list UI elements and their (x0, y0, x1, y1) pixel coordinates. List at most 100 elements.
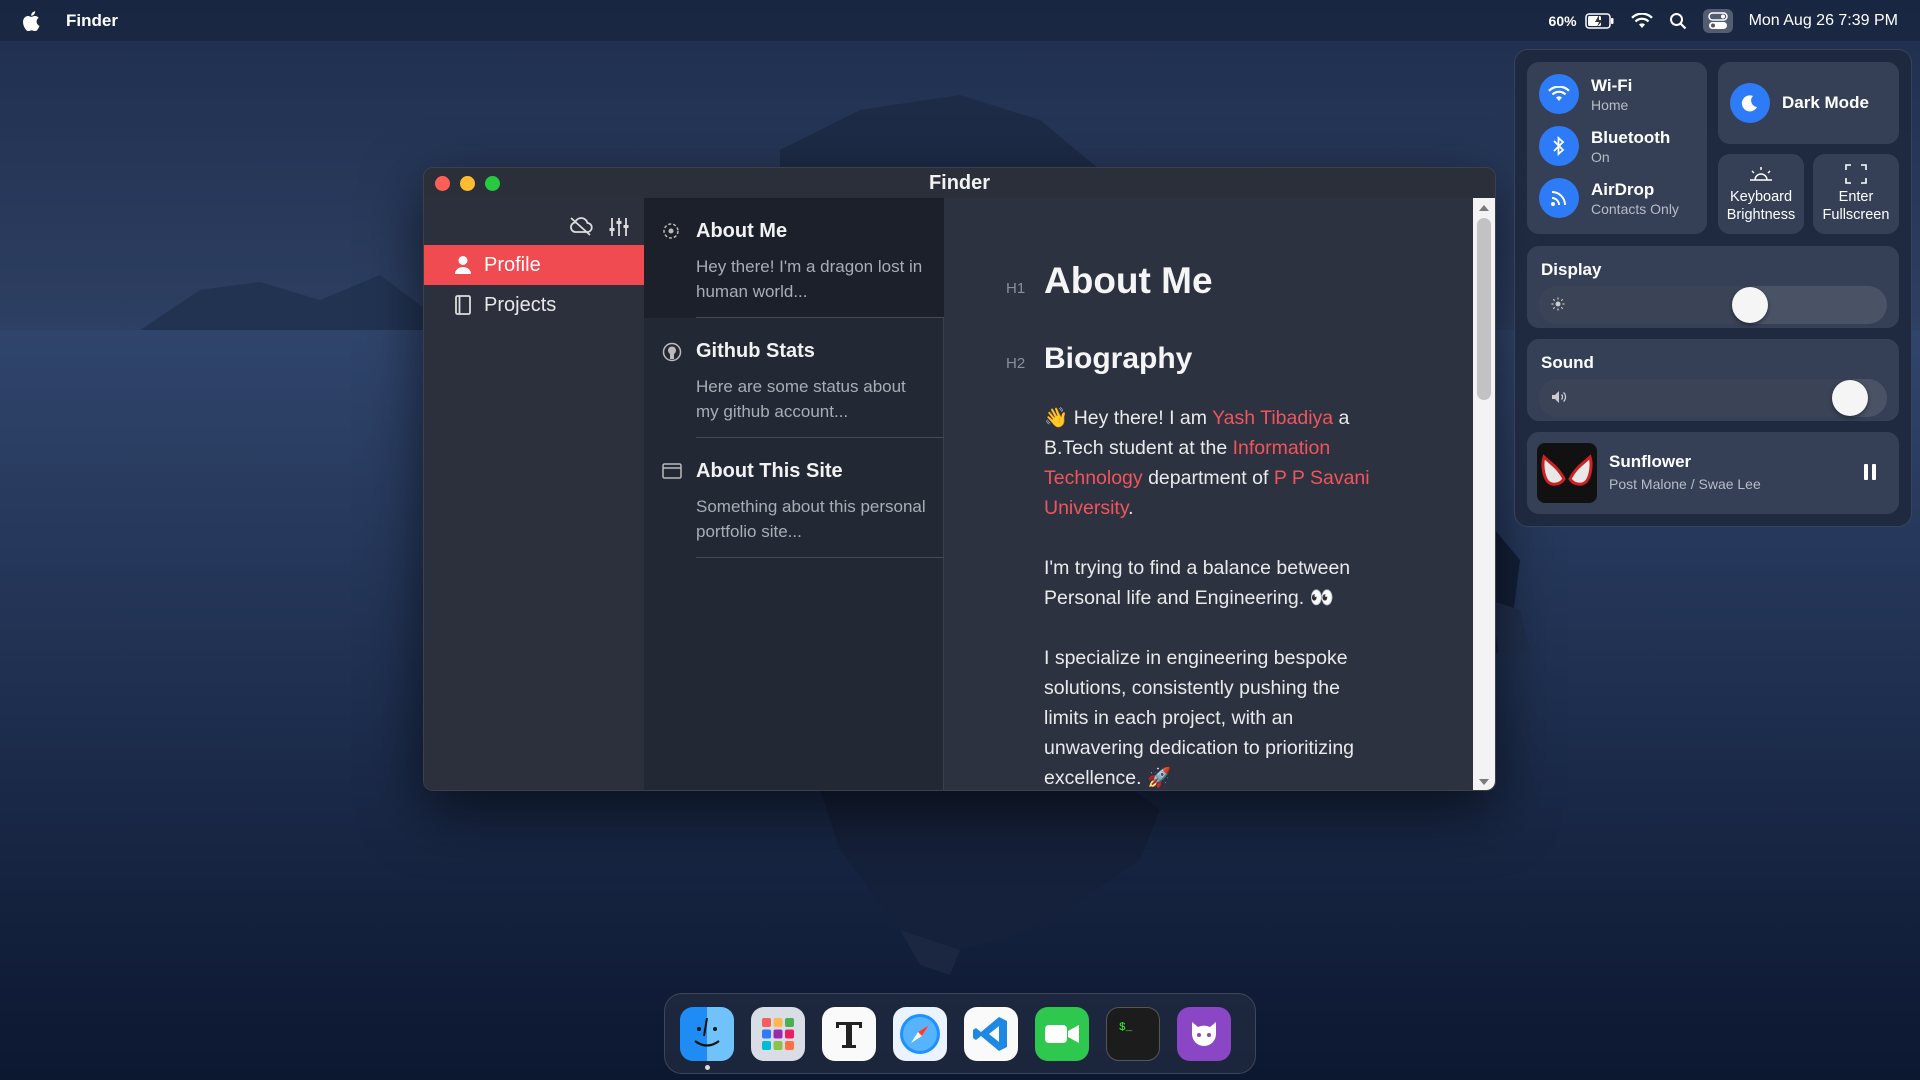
person-icon (454, 255, 472, 275)
list-item[interactable]: About This Site Something about this per… (644, 438, 944, 558)
airdrop-toggle[interactable]: AirDrop Contacts Only (1539, 178, 1679, 218)
github-desktop-icon[interactable] (1177, 1007, 1231, 1061)
track-title: Sunflower (1609, 452, 1692, 471)
section-heading: Biography (1044, 342, 1193, 375)
content-scrollbar[interactable] (1473, 198, 1495, 790)
now-playing-tile: Sunflower Post Malone / Swae Lee (1527, 432, 1899, 514)
menu-bar: Finder 60% Mon Aug 26 7:39 PM (0, 0, 1920, 41)
sound-label: Sound (1541, 353, 1594, 372)
brightness-label: Brightness (1726, 207, 1796, 223)
scroll-down-arrow[interactable] (1479, 779, 1489, 785)
list-item[interactable]: Github Stats Here are some status about … (644, 318, 944, 438)
sidebar-item-projects[interactable]: Projects (424, 285, 644, 325)
sun-icon (1551, 297, 1565, 311)
sound-slider[interactable] (1539, 379, 1887, 417)
list-item-description: Hey there! I'm a dragon lost in human wo… (696, 257, 923, 301)
list-item-title: About This Site (696, 460, 843, 482)
album-art[interactable] (1537, 443, 1597, 503)
page-title: About Me (1044, 260, 1213, 301)
list-item[interactable]: About Me Hey there! I'm a dragon lost in… (644, 198, 944, 318)
maximize-button[interactable] (485, 176, 500, 191)
close-button[interactable] (435, 176, 450, 191)
battery-icon[interactable] (1584, 12, 1615, 29)
scroll-thumb[interactable] (1477, 218, 1491, 400)
pause-icon[interactable] (1863, 463, 1877, 481)
bio-text: department of (1142, 467, 1274, 489)
para-text: I specialize in engineering bespoke solu… (1044, 647, 1355, 789)
wifi-label: Wi-Fi (1591, 75, 1633, 95)
minimize-button[interactable] (460, 176, 475, 191)
github-icon (662, 342, 682, 362)
eyes-emoji: 👀 (1309, 587, 1334, 609)
typora-icon[interactable] (822, 1007, 876, 1061)
airdrop-status: Contacts Only (1591, 200, 1679, 217)
enter-fullscreen-button[interactable]: Enter Fullscreen (1813, 154, 1899, 234)
moon-icon (1730, 83, 1770, 123)
finder-icon[interactable] (680, 1007, 734, 1061)
bio-paragraph: 👋 Hey there! I am Yash Tibadiya a B.Tech… (1044, 403, 1384, 523)
scroll-up-arrow[interactable] (1479, 205, 1489, 211)
slider-fill (1539, 379, 1868, 417)
bluetooth-toggle[interactable]: Bluetooth On (1539, 126, 1670, 166)
fullscreen-label: Fullscreen (1822, 207, 1890, 223)
sidebar-item-label: Profile (484, 253, 541, 276)
settings-sliders-icon[interactable] (608, 216, 630, 238)
ring-icon (662, 222, 680, 240)
wave-emoji: 👋 (1044, 407, 1069, 429)
search-icon[interactable] (1669, 12, 1687, 30)
display-slider[interactable] (1539, 286, 1887, 324)
vscode-icon[interactable] (964, 1007, 1018, 1061)
cloud-off-icon[interactable] (568, 216, 594, 238)
list-separator (696, 557, 944, 558)
sound-slider-knob[interactable] (1832, 380, 1868, 416)
speaker-icon (1551, 390, 1567, 404)
window-icon (662, 462, 682, 480)
bio-text: . (1128, 497, 1134, 519)
dark-mode-toggle[interactable]: Dark Mode (1718, 62, 1899, 144)
wifi-icon (1539, 74, 1579, 114)
airdrop-icon (1539, 178, 1579, 218)
control-center-icon[interactable] (1702, 8, 1733, 33)
active-app-name[interactable]: Finder (66, 11, 118, 31)
battery-percent: 60% (1548, 12, 1577, 29)
list-item-title: About Me (696, 220, 788, 242)
display-slider-knob[interactable] (1732, 287, 1768, 323)
para-text: I'm trying to find a balance between Per… (1044, 557, 1351, 609)
notes-list: About Me Hey there! I'm a dragon lost in… (644, 198, 944, 790)
airdrop-label: AirDrop (1591, 179, 1655, 199)
wifi-icon[interactable] (1630, 12, 1653, 29)
bluetooth-label: Bluetooth (1591, 127, 1671, 147)
name-link[interactable]: Yash Tibadiya (1212, 407, 1333, 429)
track-artist: Post Malone / Swae Lee (1609, 476, 1761, 492)
sidebar-item-profile[interactable]: Profile (424, 245, 644, 285)
keyboard-label: Keyboard (1729, 189, 1793, 205)
balance-paragraph: I'm trying to find a balance between Per… (1044, 553, 1384, 613)
apple-icon[interactable] (22, 10, 40, 31)
note-content[interactable]: H1 About Me H2 Biography 👋 Hey there! I … (944, 198, 1475, 790)
bluetooth-icon (1539, 126, 1579, 166)
list-item-title: Github Stats (696, 340, 815, 362)
sidebar-item-label: Projects (484, 293, 557, 316)
heading-tag: H2 (1006, 355, 1026, 372)
display-tile: Display (1527, 246, 1899, 328)
rocket-emoji: 🚀 (1146, 767, 1172, 789)
sound-tile: Sound (1527, 339, 1899, 421)
terminal-icon[interactable]: $_ (1106, 1007, 1160, 1061)
display-label: Display (1541, 260, 1602, 279)
window-titlebar[interactable]: Finder (424, 168, 1495, 198)
keyboard-brightness-button[interactable]: Keyboard Brightness (1718, 154, 1804, 234)
running-indicator (705, 1065, 710, 1070)
list-item-description: Here are some status about my github acc… (696, 377, 906, 421)
svg-text:$_: $_ (1119, 1022, 1133, 1034)
heading-tag: H1 (1006, 280, 1026, 297)
menu-clock[interactable]: Mon Aug 26 7:39 PM (1749, 12, 1898, 30)
bluetooth-status: On (1591, 148, 1610, 165)
safari-icon[interactable] (893, 1007, 947, 1061)
facetime-icon[interactable] (1035, 1007, 1089, 1061)
window-title: Finder (928, 171, 991, 194)
launchpad-icon[interactable] (751, 1007, 805, 1061)
book-icon (454, 295, 472, 315)
wifi-toggle[interactable]: Wi-Fi Home (1539, 74, 1632, 114)
sidebar: Profile Projects (424, 198, 644, 790)
network-tile: Wi-Fi Home Bluetooth On AirDrop Contacts On… (1527, 62, 1707, 234)
